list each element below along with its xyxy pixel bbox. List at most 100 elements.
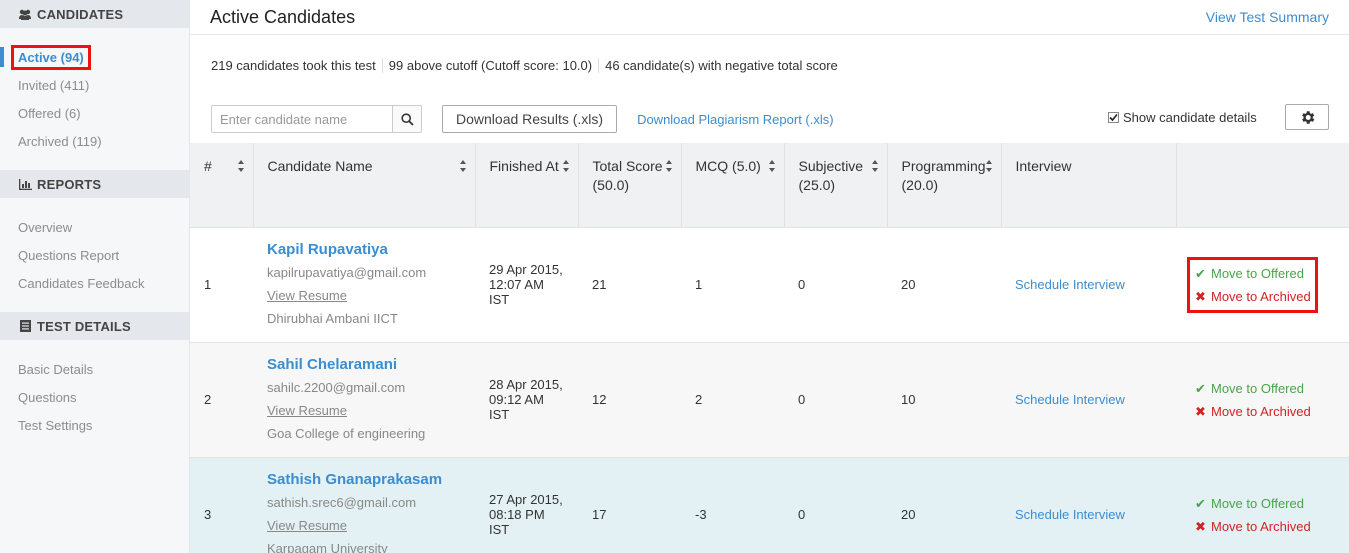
sidebar-item-active[interactable]: Active (94) (0, 43, 189, 71)
document-icon (18, 320, 32, 332)
move-to-offered-button[interactable]: ✔ Move to Offered (1194, 492, 1311, 515)
col-header-mcq[interactable]: MCQ (5.0) (681, 143, 785, 227)
page-header: Active Candidates View Test Summary (190, 0, 1349, 35)
sidebar-item-archived[interactable]: Archived (119) (0, 127, 189, 155)
col-header-candidate-name[interactable]: Candidate Name (253, 143, 476, 227)
close-icon: ✖ (1195, 403, 1206, 419)
candidate-email: sathish.srec6@gmail.com (267, 494, 417, 510)
search-input[interactable] (211, 105, 393, 133)
search-button[interactable] (393, 105, 422, 133)
gear-icon (1301, 110, 1314, 124)
check-icon: ✔ (1195, 380, 1206, 396)
page-title: Active Candidates (210, 6, 356, 27)
download-plagiarism-link[interactable]: Download Plagiarism Report (.xls) (637, 112, 834, 127)
view-resume-link[interactable]: View Resume (267, 400, 461, 422)
download-results-button[interactable]: Download Results (.xls) (442, 105, 618, 133)
close-icon: ✖ (1195, 518, 1206, 534)
sidebar-section-candidates: CANDIDATES (0, 0, 189, 28)
interview-cell: Schedule Interview (1001, 457, 1176, 553)
sidebar-section-reports: REPORTS (0, 170, 189, 198)
show-candidate-details-toggle[interactable]: Show candidate details (1108, 110, 1257, 125)
candidate-college: Karpagam University (267, 540, 388, 553)
total-score: 17 (592, 507, 607, 523)
sort-icon (237, 160, 245, 172)
subjective-score: 0 (798, 507, 806, 523)
sidebar-item-test-settings[interactable]: Test Settings (0, 411, 189, 439)
move-to-archived-button[interactable]: ✖ Move to Archived (1194, 400, 1311, 423)
candidate-name-link[interactable]: Sathish Gnanaprakasam (267, 469, 461, 491)
candidate-name-link[interactable]: Kapil Rupavatiya (267, 239, 461, 261)
move-to-offered-button[interactable]: ✔ Move to Offered (1194, 262, 1311, 285)
sort-icon (768, 160, 776, 172)
finished-at: 27 Apr 2015, 08:18 PM IST (489, 492, 563, 538)
sidebar-item-questions[interactable]: Questions (0, 383, 189, 411)
col-header-subjective[interactable]: Subjective (25.0) (784, 143, 888, 227)
subjective-score: 0 (798, 277, 806, 292)
sidebar-item-candidates-feedback[interactable]: Candidates Feedback (0, 269, 189, 297)
search-icon (400, 112, 414, 126)
row-number: 2 (204, 392, 212, 407)
sidebar-item-label: Active (94) (11, 44, 91, 70)
candidate-email: sahilc.2200@gmail.com (267, 379, 406, 395)
sidebar-item-offered[interactable]: Offered (6) (0, 99, 189, 127)
sidebar-item-invited[interactable]: Invited (411) (0, 71, 189, 99)
stat-negative-score: 46 candidate(s) with negative total scor… (598, 57, 844, 73)
mcq-score: 2 (695, 392, 703, 407)
view-resume-link[interactable]: View Resume (267, 515, 461, 537)
table-header: # Candidate Name Finished At Total Score… (190, 143, 1349, 227)
col-header-number[interactable]: # (190, 143, 254, 227)
view-test-summary-link[interactable]: View Test Summary (1206, 9, 1329, 25)
sidebar-item-basic-details[interactable]: Basic Details (0, 355, 189, 383)
sort-icon (665, 160, 673, 172)
finished-at: 28 Apr 2015, 09:12 AM IST (489, 377, 563, 422)
actions-cell: ✔ Move to Offered ✖ Move to Archived (1176, 227, 1349, 342)
move-to-archived-button[interactable]: ✖ Move to Archived (1194, 285, 1311, 308)
checkbox[interactable] (1108, 112, 1119, 123)
sidebar-item-label: Basic Details (18, 361, 94, 377)
main-content: Active Candidates View Test Summary 219 … (190, 0, 1349, 553)
sidebar-section-title: TEST DETAILS (37, 318, 131, 334)
actions-cell: ✔ Move to Offered ✖ Move to Archived (1176, 342, 1349, 457)
check-icon: ✔ (1195, 495, 1206, 511)
schedule-interview-link[interactable]: Schedule Interview (1015, 507, 1125, 522)
close-icon: ✖ (1195, 288, 1206, 304)
sidebar-item-questions-report[interactable]: Questions Report (0, 241, 189, 269)
row-actions: ✔ Move to Offered ✖ Move to Archived (1190, 490, 1315, 540)
finished-at: 29 Apr 2015, 12:07 AM IST (489, 262, 563, 307)
sidebar-item-label: Questions (18, 389, 77, 405)
programming-score: 20 (901, 507, 916, 523)
check-icon (1109, 113, 1118, 122)
col-header-total-score[interactable]: Total Score (50.0) (578, 143, 682, 227)
candidate-cell: Sathish Gnanaprakasam sathish.srec6@gmai… (253, 457, 475, 553)
sidebar-section-title: REPORTS (37, 176, 102, 192)
subjective-score: 0 (798, 392, 806, 407)
candidates-table: # Candidate Name Finished At Total Score… (190, 143, 1349, 553)
sidebar-item-label: Offered (6) (18, 105, 81, 121)
schedule-interview-link[interactable]: Schedule Interview (1015, 277, 1125, 292)
candidate-name-link[interactable]: Sahil Chelaramani (267, 354, 461, 376)
candidate-email: kapilrupavatiya@gmail.com (267, 264, 427, 280)
mcq-score: -3 (695, 507, 707, 523)
candidate-college: Dhirubhai Ambani IICT (267, 310, 398, 326)
schedule-interview-link[interactable]: Schedule Interview (1015, 392, 1125, 407)
col-header-interview: Interview (1001, 143, 1177, 227)
col-header-finished-at[interactable]: Finished At (475, 143, 579, 227)
table-row: 2 Sahil Chelaramani sahilc.2200@gmail.co… (190, 342, 1349, 457)
stats-bar: 219 candidates took this test 99 above c… (190, 35, 1349, 95)
settings-button[interactable] (1285, 104, 1329, 130)
row-number: 1 (204, 277, 212, 292)
row-actions: ✔ Move to Offered ✖ Move to Archived (1190, 375, 1315, 425)
sidebar-item-overview[interactable]: Overview (0, 213, 189, 241)
sidebar-item-label: Overview (18, 219, 73, 235)
col-header-programming[interactable]: Programming (20.0) (887, 143, 1002, 227)
sort-icon (562, 160, 570, 172)
move-to-offered-button[interactable]: ✔ Move to Offered (1194, 377, 1311, 400)
candidate-cell: Kapil Rupavatiya kapilrupavatiya@gmail.c… (253, 227, 475, 342)
sort-icon (871, 160, 879, 172)
view-resume-link[interactable]: View Resume (267, 285, 461, 307)
sidebar-item-label: Candidates Feedback (18, 275, 145, 291)
table-row: 1 Kapil Rupavatiya kapilrupavatiya@gmail… (190, 227, 1349, 342)
interview-cell: Schedule Interview (1001, 227, 1176, 342)
sort-icon (985, 160, 993, 172)
move-to-archived-button[interactable]: ✖ Move to Archived (1194, 515, 1311, 538)
